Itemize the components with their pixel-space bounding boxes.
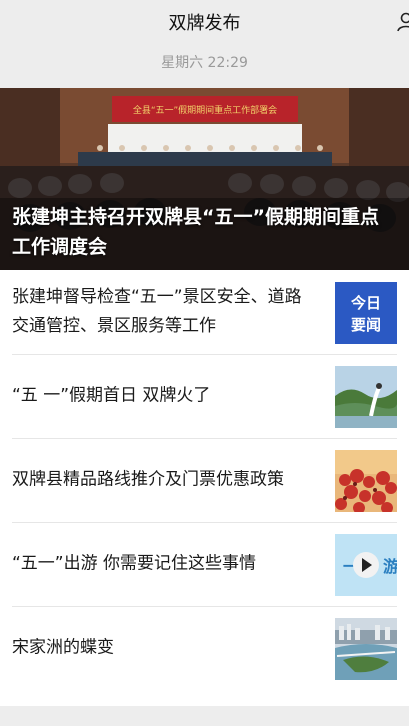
user-icon[interactable]: [395, 11, 409, 33]
article-title[interactable]: 宋家洲的蝶变: [12, 634, 317, 663]
page-title: 双牌发布: [168, 13, 241, 34]
app-header: 双牌发布: [0, 0, 409, 44]
article-title[interactable]: “五一”出游 你需要记住这些事情: [12, 550, 317, 579]
list-item[interactable]: 双牌县精品路线推介及门票优惠政策: [12, 438, 397, 523]
hero-title[interactable]: 张建坤主持召开双牌县“五一”假期期间重点工作调度会: [12, 202, 395, 262]
article-title[interactable]: “五 一”假期首日 双牌火了: [12, 382, 317, 411]
video-thumbnail[interactable]: 一 游: [335, 534, 397, 596]
svg-text:游: 游: [383, 557, 397, 576]
list-item[interactable]: “五 一”假期首日 双牌火了: [12, 354, 397, 439]
banner-text: 全县“五一”假期期间重点工作部署会: [133, 104, 277, 116]
river-town-photo-icon: [335, 618, 397, 680]
list-item[interactable]: 宋家洲的蝶变: [12, 606, 397, 690]
list-item[interactable]: 张建坤督导检查“五一”景区安全、道路交通管控、景区服务等工作 今日 要闻: [12, 270, 397, 355]
water-jet-photo-icon: [335, 366, 397, 428]
hero-article[interactable]: 全县“五一”假期期间重点工作部署会 张建坤主持召开双牌县“五一”假期期间重点工作…: [0, 88, 409, 270]
article-title[interactable]: 双牌县精品路线推介及门票优惠政策: [12, 466, 317, 495]
svg-text:要闻: 要闻: [351, 316, 381, 334]
message-timestamp: 星期六 22:29: [161, 55, 248, 71]
today-news-badge: 今日 要闻: [335, 282, 397, 344]
bottom-spacer: [0, 706, 409, 726]
red-flowers-photo-icon: [335, 450, 397, 512]
news-card[interactable]: 全县“五一”假期期间重点工作部署会 张建坤主持召开双牌县“五一”假期期间重点工作…: [0, 88, 409, 706]
list-item[interactable]: “五一”出游 你需要记住这些事情 一 游: [12, 522, 397, 607]
svg-text:今日: 今日: [350, 294, 381, 312]
article-title[interactable]: 张建坤督导检查“五一”景区安全、道路交通管控、景区服务等工作: [12, 283, 317, 341]
